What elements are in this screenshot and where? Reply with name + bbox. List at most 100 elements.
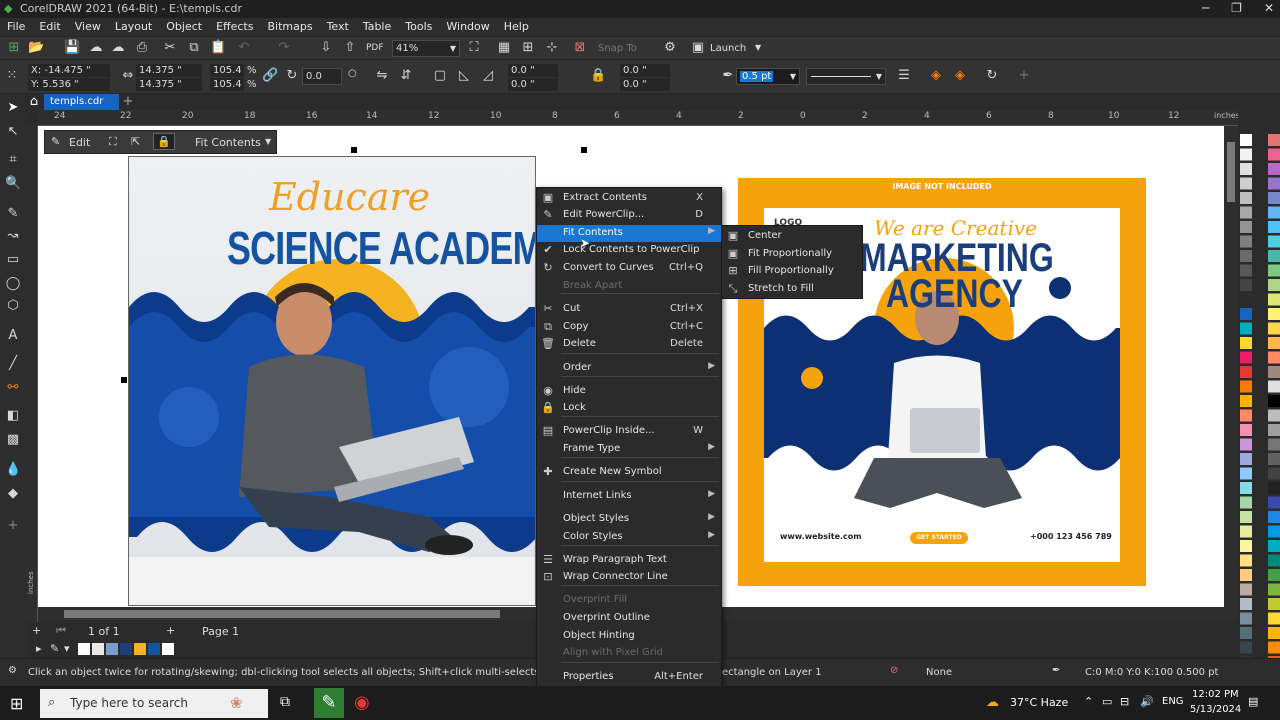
palette-swatch[interactable] [1268, 540, 1280, 552]
cloud-icon[interactable]: ☁ [88, 40, 104, 56]
launch-label[interactable]: Launch [710, 43, 746, 54]
menu-item-order[interactable]: Order ▶ [537, 360, 721, 377]
new-tab-icon[interactable]: + [120, 94, 136, 110]
menu-item-powerclip-inside[interactable]: ▤ PowerClip Inside... W [537, 423, 721, 440]
open-icon[interactable]: 📂 [28, 40, 44, 56]
language-indicator[interactable]: ENG [1162, 696, 1184, 707]
palette-swatch[interactable] [1268, 250, 1280, 262]
menu-text[interactable]: Text [320, 18, 356, 36]
menu-bitmaps[interactable]: Bitmaps [260, 18, 319, 36]
palette-swatch[interactable] [1268, 569, 1280, 581]
print-icon[interactable]: ⎙ [134, 40, 150, 56]
palette-swatch[interactable] [1240, 496, 1252, 509]
palette-swatch[interactable] [1268, 525, 1280, 538]
close-icon[interactable]: ✕ [1264, 1, 1274, 15]
reference-point-icon[interactable]: ⁙ [4, 68, 20, 84]
menu-item-properties[interactable]: Properties Alt+Enter [537, 669, 721, 686]
ellipse-tool-icon[interactable]: ◯ [5, 276, 21, 292]
doc-swatch-none[interactable] [78, 643, 90, 655]
palette-swatch[interactable] [1240, 453, 1252, 465]
freehand-tool-icon[interactable]: ✎ [5, 206, 21, 222]
coreldraw-taskbar-icon[interactable]: ✎ [314, 688, 344, 718]
menu-item-wrap-paragraph-text[interactable]: ☰ Wrap Paragraph Text [537, 552, 721, 569]
rectangle-tool-icon[interactable]: ▭ [5, 252, 21, 268]
menu-item-fit-contents[interactable]: Fit Contents ▶ [537, 225, 721, 242]
lock-ratio-icon[interactable]: 🔗 [262, 68, 278, 84]
palette-swatch[interactable] [1240, 192, 1252, 204]
volume-icon[interactable]: 🔊 [1140, 695, 1154, 708]
copy-icon[interactable]: ⧉ [186, 40, 202, 56]
lock-contents-icon[interactable]: 🔒 [153, 133, 175, 150]
palette-swatch[interactable] [1240, 134, 1252, 146]
fill-tool-icon[interactable]: ◆ [5, 486, 21, 502]
transparency-tool-icon[interactable]: ▩ [5, 432, 21, 448]
corner-tr-field[interactable]: 0.0 " [620, 64, 670, 77]
vertical-scroll-thumb[interactable] [1227, 142, 1235, 202]
submenu-fit-proportionally[interactable]: ▣ Fit Proportionally [722, 246, 862, 263]
doc-swatch-orange[interactable] [134, 643, 146, 655]
palette-swatch[interactable] [1240, 409, 1252, 422]
cloud-upload-icon[interactable]: ☁ [110, 40, 126, 56]
palette-swatch[interactable] [1268, 641, 1280, 654]
wrap-text-icon[interactable]: ☰ [896, 68, 912, 84]
page-1-tab[interactable]: Page 1 [202, 625, 239, 638]
status-gear-icon[interactable]: ⚙ [8, 665, 17, 676]
menu-window[interactable]: Window [439, 18, 496, 36]
palette-swatch[interactable] [1240, 148, 1252, 161]
selection-handle[interactable] [581, 147, 587, 153]
palette-swatch[interactable] [1268, 409, 1280, 422]
extract-contents-icon[interactable]: ⇱ [131, 135, 140, 148]
menu-item-convert-to-curves[interactable]: ↻ Convert to Curves Ctrl+Q [537, 260, 721, 277]
palette-swatch[interactable] [1268, 322, 1280, 335]
palette-swatch[interactable] [1240, 337, 1252, 349]
horizontal-scroll-thumb[interactable] [64, 610, 500, 618]
palette-swatch[interactable] [1268, 482, 1280, 494]
palette-swatch[interactable] [1240, 206, 1252, 219]
menu-item-create-new-symbol[interactable]: ✚ Create New Symbol [537, 464, 721, 481]
submenu-center[interactable]: ▣ Center [722, 228, 862, 245]
palette-swatch[interactable] [1268, 453, 1280, 465]
clock-date[interactable]: 5/13/2024 [1190, 704, 1241, 715]
tray-monitor-icon[interactable]: ▭ [1102, 695, 1112, 708]
zoom-level[interactable]: 41% ▼ [392, 40, 460, 57]
palette-swatch[interactable] [1240, 511, 1252, 523]
palette-swatch[interactable] [1268, 395, 1280, 407]
palette-swatch[interactable] [1240, 598, 1252, 610]
vertical-scrollbar[interactable] [1224, 126, 1238, 621]
palette-swatch[interactable] [1240, 525, 1252, 538]
menu-item-lock-contents-to-powerclip[interactable]: ✔ Lock Contents to PowerClip [537, 242, 721, 259]
menu-edit[interactable]: Edit [32, 18, 67, 36]
undo-icon[interactable]: ↶ [236, 40, 252, 56]
chamfered-corner-icon[interactable]: ◿ [480, 68, 496, 84]
menu-object[interactable]: Object [159, 18, 209, 36]
palette-swatch[interactable] [1268, 351, 1280, 364]
scale-y-field[interactable]: 105.4 [210, 78, 244, 91]
palette-arrow-icon[interactable]: ▸ [36, 642, 42, 655]
export-icon[interactable]: ⇧ [342, 40, 358, 56]
menu-item-copy[interactable]: ⧉ Copy Ctrl+C [537, 319, 721, 336]
palette-swatch[interactable] [1268, 293, 1280, 306]
doc-swatch-navy[interactable] [120, 643, 132, 655]
add-page-end-icon[interactable]: + [166, 624, 175, 637]
menu-item-frame-type[interactable]: Frame Type ▶ [537, 441, 721, 458]
shape-tool-icon[interactable]: ↖ [5, 124, 21, 140]
menu-item-extract-contents[interactable]: ▣ Extract Contents X [537, 190, 721, 207]
edit-pencil-icon[interactable]: ✎ [51, 135, 60, 148]
selection-handle[interactable] [351, 147, 357, 153]
menu-item-color-styles[interactable]: Color Styles ▶ [537, 529, 721, 546]
menu-item-object-hinting[interactable]: Object Hinting [537, 628, 721, 645]
menu-layout[interactable]: Layout [108, 18, 159, 36]
palette-swatch[interactable] [1268, 627, 1280, 639]
text-tool-icon[interactable]: A [5, 328, 21, 344]
add-icon[interactable]: + [1016, 68, 1032, 84]
palette-swatch[interactable] [1240, 235, 1252, 248]
palette-swatch[interactable] [1240, 293, 1252, 306]
lock-corners-icon[interactable]: 🔒 [590, 68, 606, 84]
doc-swatch-white[interactable] [162, 643, 174, 655]
line-style-select[interactable]: ▼ [806, 68, 886, 85]
network-icon[interactable]: ⊟ [1120, 695, 1129, 708]
menu-help[interactable]: Help [497, 18, 536, 36]
scalloped-corner-icon[interactable]: ◺ [456, 68, 472, 84]
cut-icon[interactable]: ✂ [162, 40, 178, 56]
blend-tool-icon[interactable]: ⚯ [5, 380, 21, 396]
